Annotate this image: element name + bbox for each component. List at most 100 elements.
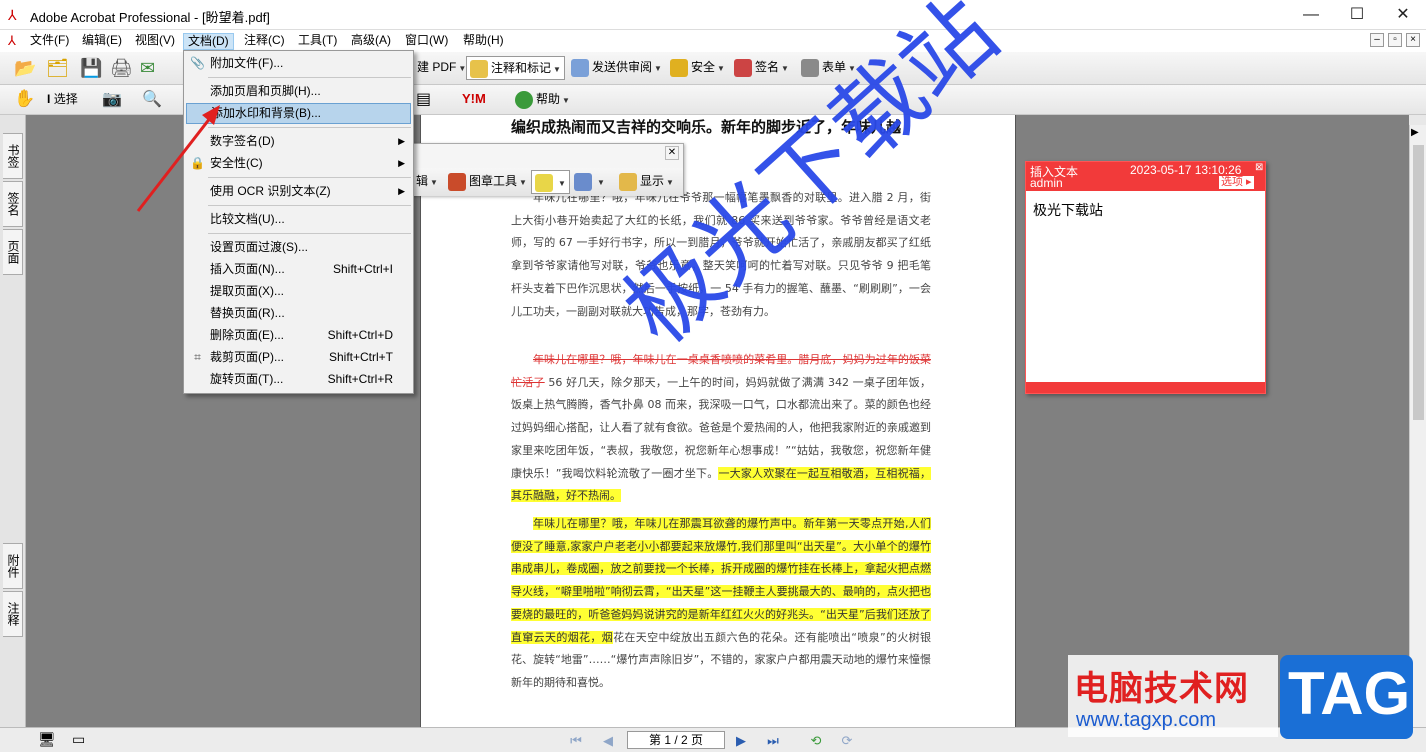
menu-edit[interactable]: 编辑(E) [78,33,126,50]
note-timestamp: 2023-05-17 13:10:26 [1130,163,1242,177]
menu-bar: ⅄ 文件(F) 编辑(E) 视图(V) 文档(D) 注释(C) 工具(T) 高级… [0,30,1426,52]
mdi-close-button[interactable]: × [1406,33,1420,47]
highlight-tool-button[interactable]: ▼ [531,170,570,194]
scrollbar-thumb[interactable] [1413,145,1424,420]
note-options-button[interactable]: 选项 ▸ [1219,176,1254,189]
menu-item-attach-file[interactable]: 📎 附加文件(F)... [186,53,411,74]
note-close-icon[interactable]: ⊠ [1255,162,1263,173]
back-icon[interactable]: ⟲ [806,732,826,750]
stamp-tool-button[interactable]: 图章工具 ▼ [445,170,530,194]
pen-icon [734,58,752,77]
note-author: admin [1030,176,1063,190]
site-logo: 电脑技术网 www.tagxp.com TAG [1068,655,1413,740]
last-page-icon[interactable]: ⏭ [763,732,783,750]
page-layout-icon[interactable]: ▤ [416,89,431,109]
tab-bookmarks[interactable]: 书签 [3,133,23,179]
review-icon [571,58,589,77]
attach-tool-button[interactable]: ▼ [571,170,608,194]
submenu-arrow-icon: ▶ [398,186,405,196]
logo-url: www.tagxp.com [1076,709,1217,731]
window-title: Adobe Acrobat Professional - [盼望着.pdf] [30,10,270,25]
comment-markup-button[interactable]: 注释和标记 ▼ [466,56,565,80]
help-icon [515,90,533,109]
highlighted-text: 年味儿在哪里？哦，年味儿在那震耳欲聋的爆竹声中。新年第一天零点开始,人们便没了睡… [511,517,931,644]
crop-icon: ⌗ [194,350,201,364]
title-bar: ⅄ Adobe Acrobat Professional - [盼望着.pdf]… [0,0,1426,30]
highlighter-icon [535,173,553,192]
security-button[interactable]: 安全 ▼ [667,56,728,80]
close-button[interactable]: ✕ [1380,0,1426,30]
menu-window[interactable]: 窗口(W) [401,33,452,50]
monitor-icon[interactable]: 🖥 [38,731,56,748]
floating-toolbar-close-icon[interactable]: ✕ [665,146,679,160]
yahoo-icon[interactable]: Y!M [462,91,486,106]
menu-item-extract-pages[interactable]: 提取页面(X)... [186,281,411,302]
tab-comments[interactable]: 注释 [3,591,23,637]
menu-comment[interactable]: 注释(C) [240,33,289,50]
comment-icon [470,59,488,78]
first-page-icon[interactable]: ⏮ [566,732,586,750]
mdi-restore-button[interactable]: ▫ [1388,33,1402,47]
maximize-button[interactable]: ☐ [1334,0,1380,30]
paragraph-3: 年味儿在哪里？哦，年味儿在那震耳欲聋的爆竹声中。新年第一天零点开始,人们便没了睡… [511,513,931,695]
email-icon[interactable]: ✉ [140,58,155,79]
menu-document[interactable]: 文档(D) [183,33,234,50]
paragraph-2-body: 56 好几天，除夕那天，一上午的时间，妈妈就做了满满 342 一桌子团年饭，饭桌… [511,375,931,480]
menu-tools[interactable]: 工具(T) [294,33,341,50]
create-pdf-button[interactable]: 建 PDF ▼ [414,56,469,80]
menu-advanced[interactable]: 高级(A) [347,33,395,50]
paperclip-icon [574,172,592,191]
sign-button[interactable]: 签名 ▼ [731,56,792,80]
page-view-icon[interactable]: ▭ [72,731,85,748]
acrobat-app-icon: ⅄ [8,7,17,23]
next-page-icon[interactable]: ▶ [731,732,751,750]
document-icon: ⅄ [8,33,16,48]
menu-file[interactable]: 文件(F) [26,33,73,50]
menu-separator [208,77,411,78]
mdi-minimize-button[interactable]: – [1370,33,1384,47]
menu-item-delete-pages[interactable]: 删除页面(E)... Shift+Ctrl+D [186,325,411,346]
menu-item-page-transitions[interactable]: 设置页面过渡(S)... [186,237,411,258]
menu-separator [208,177,411,178]
open-folder-icon[interactable]: 📂 [14,58,36,79]
paragraph-2: 年味儿在哪里？哦，年味儿在一桌桌香喷喷的菜肴里。腊月底，妈妈为过年的饭菜忙活了 … [511,349,932,508]
stamp-icon [448,172,466,191]
tab-pages[interactable]: 页面 [3,229,23,275]
menu-separator [208,205,411,206]
vertical-scrollbar[interactable] [1409,125,1426,727]
snapshot-icon[interactable]: 📷 [102,89,122,109]
minimize-button[interactable]: — [1288,0,1334,30]
scroll-right-arrow-icon[interactable]: ▶ [1411,127,1419,138]
menu-item-crop-pages[interactable]: ⌗ 裁剪页面(P)... Shift+Ctrl+T [186,347,411,368]
save-icon[interactable]: 💾 [80,58,102,79]
menu-help[interactable]: 帮助(H) [459,33,508,50]
tab-signatures[interactable]: 签名 [3,181,23,227]
hand-tool-icon[interactable]: ✋ [14,89,35,109]
select-tool-button[interactable]: I 选择 [44,88,81,112]
print-icon[interactable]: 🖨 [110,58,133,79]
menu-item-rotate-pages[interactable]: 旋转页面(T)... Shift+Ctrl+R [186,369,411,390]
help-button[interactable]: 帮助 ▼ [512,88,573,112]
menu-item-replace-pages[interactable]: 替换页面(R)... [186,303,411,324]
edit-button[interactable]: 辑 ▼ [413,170,441,194]
tab-attachments[interactable]: 附件 [3,543,23,589]
text-cursor-icon: I [47,92,51,106]
floating-toolbar: ✕ 辑 ▼ 图章工具 ▼ ▼ ▼ 显示 ▼ [410,143,684,196]
previous-page-icon[interactable]: ◀ [598,732,618,750]
submenu-arrow-icon: ▶ [398,158,405,168]
submenu-arrow-icon: ▶ [398,136,405,146]
send-review-button[interactable]: 发送供审阅 ▼ [568,56,665,80]
show-button[interactable]: 显示 ▼ [616,170,677,194]
comment-note[interactable]: 插入文本 2023-05-17 13:10:26 ⊠ admin 选项 ▸ 极光… [1025,161,1266,394]
menu-separator [208,233,411,234]
paperclip-icon: 📎 [190,56,205,70]
tag-text: TAG [1288,660,1411,727]
forward-icon[interactable]: ⟳ [837,732,857,750]
red-arrow-annotation [136,105,220,212]
note-body[interactable]: 极光下载站 [1033,200,1103,220]
organizer-icon[interactable]: 🗂 [46,58,69,79]
menu-item-insert-pages[interactable]: 插入页面(N)... Shift+Ctrl+I [186,259,411,280]
page-number-field[interactable]: 第 1 / 2 页 [627,731,725,749]
menu-view[interactable]: 视图(V) [131,33,179,50]
tag-badge: TAG [1280,655,1413,739]
